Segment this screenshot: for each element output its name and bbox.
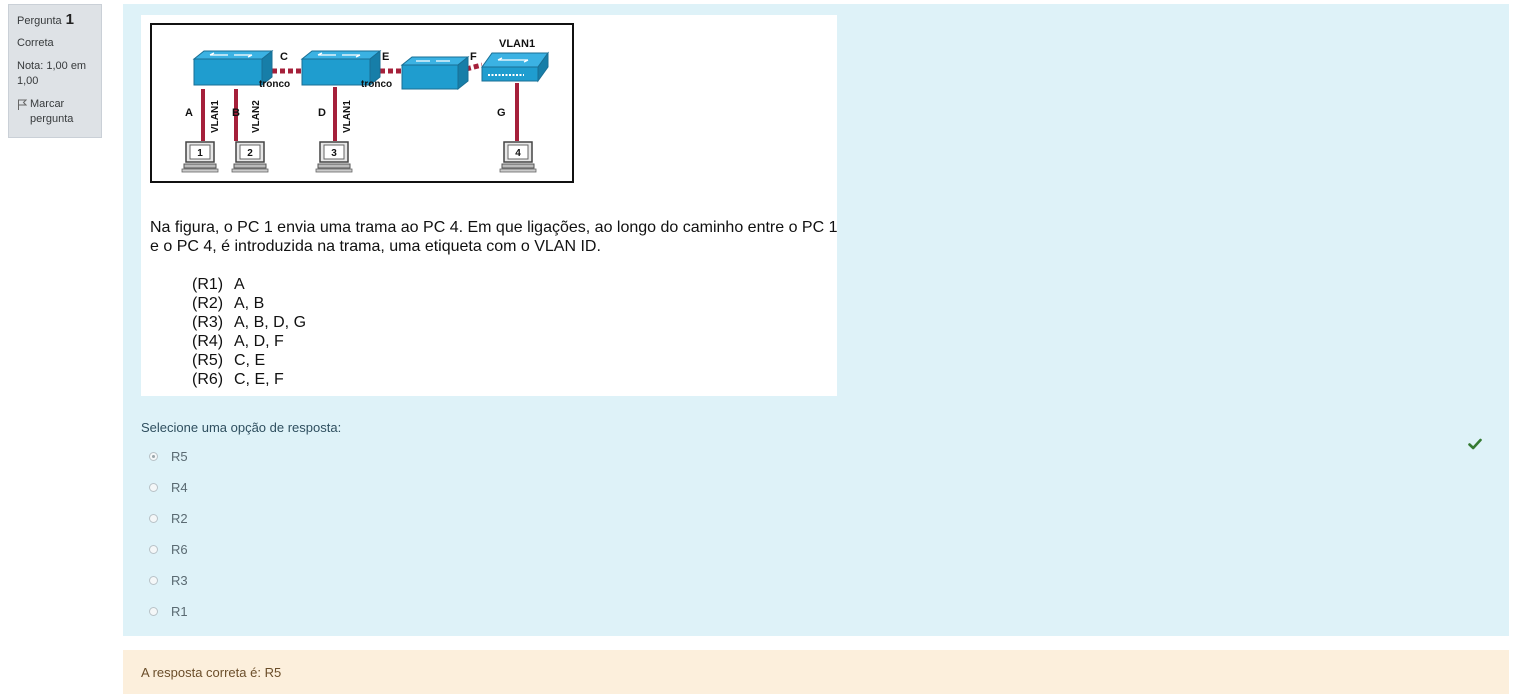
answer-prompt: Selecione uma opção de resposta: (141, 420, 342, 435)
pc-4: 4 (499, 141, 537, 173)
answer-option-r5[interactable]: R5 (149, 441, 188, 472)
question-number-row: Pergunta 1 (17, 11, 93, 28)
answer-key-code: (R1) (192, 276, 224, 293)
answer-key-item: (R2) A, B (192, 294, 306, 313)
radio-button[interactable] (149, 607, 158, 616)
label-b: B (232, 107, 240, 119)
label-vlan-d: VLAN1 (342, 100, 353, 133)
label-vlan-b: VLAN2 (251, 100, 262, 133)
answer-option-label: R5 (171, 449, 188, 464)
answer-key-text: C, E (234, 352, 266, 369)
pc-3: 3 (315, 141, 353, 173)
pc-2: 2 (231, 141, 269, 173)
check-icon (1468, 438, 1482, 450)
answer-key-item: (R5) C, E (192, 351, 306, 370)
label-g: G (497, 107, 506, 119)
answer-option-r6[interactable]: R6 (149, 534, 188, 565)
network-diagram-svg: C E F VLAN1 A B D G tronco tronco VLAN1 … (181, 38, 549, 173)
question-panel: C E F VLAN1 A B D G tronco tronco VLAN1 … (123, 4, 1509, 636)
label-e: E (382, 51, 389, 63)
flag-question-link[interactable]: Marcar pergunta (17, 97, 93, 127)
label-vlan-a: VLAN1 (210, 100, 221, 133)
flag-icon (18, 99, 27, 110)
radio-button[interactable] (149, 483, 158, 492)
answer-option-label: R4 (171, 480, 188, 495)
label-vlan-top: VLAN1 (499, 38, 535, 50)
label-trunk-2: tronco (361, 79, 392, 90)
label-trunk-1: tronco (259, 79, 290, 90)
switch-3 (400, 55, 470, 91)
answer-option-label: R3 (171, 573, 188, 588)
radio-button[interactable] (149, 514, 158, 523)
switch-4 (481, 51, 549, 83)
pc-1: 1 (181, 141, 219, 173)
question-number: 1 (65, 11, 74, 28)
answer-key-text: A, D, F (234, 333, 284, 350)
answer-key-text: A (234, 276, 245, 293)
pc-2-label: 2 (247, 148, 253, 159)
label-c: C (280, 51, 288, 63)
radio-button[interactable] (149, 545, 158, 554)
pc-1-label: 1 (197, 148, 203, 159)
question-grade: Nota: 1,00 em 1,00 (17, 60, 87, 87)
answer-key-text: A, B, D, G (234, 314, 307, 331)
answer-key-code: (R2) (192, 295, 224, 312)
radio-button[interactable] (149, 576, 158, 585)
pc-3-label: 3 (331, 148, 337, 159)
answer-key-code: (R5) (192, 352, 224, 369)
answer-key-code: (R6) (192, 371, 224, 388)
pc-4-label: 4 (515, 148, 521, 159)
flag-question-label: Marcar pergunta (30, 98, 74, 125)
answer-key-item: (R1) A (192, 275, 306, 294)
radio-button-selected[interactable] (149, 452, 158, 461)
label-f: F (470, 51, 477, 63)
label-d: D (318, 107, 326, 119)
question-label: Pergunta (17, 15, 62, 27)
question-info-box: Pergunta 1 Correta Nota: 1,00 em 1,00 Ma… (8, 4, 102, 138)
answer-option-r2[interactable]: R2 (149, 503, 188, 534)
network-diagram: C E F VLAN1 A B D G tronco tronco VLAN1 … (150, 23, 574, 183)
question-state: Correta (17, 37, 54, 49)
answer-key-text: C, E, F (234, 371, 284, 388)
question-text: Na figura, o PC 1 envia uma trama ao PC … (150, 219, 838, 255)
answer-key-code: (R3) (192, 314, 224, 331)
answer-option-label: R6 (171, 542, 188, 557)
answer-key-list: (R1) A (R2) A, B (R3) A, B, D, G (R4) A, D, … (192, 275, 306, 389)
correct-answer-feedback: A resposta correta é: R5 (123, 650, 1509, 694)
label-a: A (185, 107, 193, 119)
answer-key-item: (R4) A, D, F (192, 332, 306, 351)
answer-key-code: (R4) (192, 333, 224, 350)
answer-option-label: R2 (171, 511, 188, 526)
answer-option-r1[interactable]: R1 (149, 596, 188, 627)
question-image: C E F VLAN1 A B D G tronco tronco VLAN1 … (141, 15, 838, 396)
answer-choices: R5 R4 R2 R6 R3 R1 (149, 441, 188, 627)
answer-option-r3[interactable]: R3 (149, 565, 188, 596)
answer-key-item: (R3) A, B, D, G (192, 313, 306, 332)
answer-key-item: (R6) C, E, F (192, 370, 306, 389)
answer-key-text: A, B (234, 295, 265, 312)
answer-option-r4[interactable]: R4 (149, 472, 188, 503)
answer-option-label: R1 (171, 604, 188, 619)
